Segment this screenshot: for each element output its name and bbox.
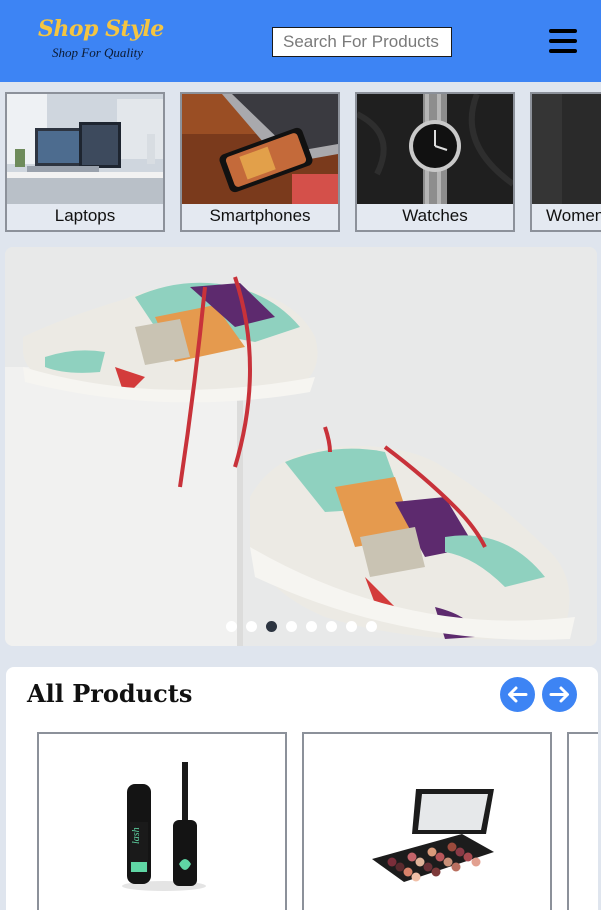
- eyeshadow-pan: [423, 862, 433, 872]
- carousel-dot[interactable]: [325, 621, 337, 632]
- all-products-section: All Products lash: [6, 667, 598, 910]
- eyeshadow-pan: [411, 872, 421, 882]
- arrow-left-icon[interactable]: [500, 677, 535, 712]
- category-label: Smartphones: [209, 206, 311, 225]
- category-card-women[interactable]: Women: [530, 92, 601, 232]
- eyeshadow-pan: [403, 867, 413, 877]
- eyeshadow-pan: [451, 862, 461, 872]
- carousel-dot[interactable]: [305, 621, 317, 632]
- hero-carousel[interactable]: [5, 247, 597, 646]
- product-card-eyeshadow-palette[interactable]: [302, 732, 552, 910]
- brand-title: Shop Style: [38, 16, 164, 42]
- carousel-dot[interactable]: [365, 621, 377, 632]
- carousel-dot[interactable]: [285, 621, 297, 632]
- eyeshadow-pan: [431, 867, 441, 877]
- smartphone-image: [182, 94, 338, 204]
- arrow-right-icon[interactable]: [542, 677, 577, 712]
- eyeshadow-pan: [435, 852, 445, 862]
- category-strip: Laptops Smartphones Watches Women: [0, 92, 601, 234]
- watch-image: [357, 94, 513, 204]
- carousel-dot[interactable]: [245, 621, 257, 632]
- eyeshadow-pan: [455, 847, 465, 857]
- eyeshadow-pan: [427, 847, 437, 857]
- sneakers-hero-image: [5, 247, 597, 646]
- eyeshadow-pan: [447, 842, 457, 852]
- eyeshadow-pan: [463, 852, 473, 862]
- eyeshadow-pan: [387, 857, 397, 867]
- product-card-partial[interactable]: [567, 732, 598, 910]
- carousel-dot[interactable]: [345, 621, 357, 632]
- eyeshadow-pan: [395, 862, 405, 872]
- eyeshadow-pan: [415, 857, 425, 867]
- site-header: Shop Style Shop For Quality: [0, 0, 601, 82]
- eyeshadow-palette-image: [304, 734, 550, 910]
- mascara-product-image: lash: [39, 734, 285, 910]
- category-label: Women: [546, 206, 601, 225]
- category-card-watches[interactable]: Watches: [355, 92, 515, 232]
- svg-text:lash: lash: [131, 827, 142, 844]
- eyeshadow-pan: [443, 857, 453, 867]
- brand-logo[interactable]: Shop Style Shop For Quality: [38, 16, 168, 61]
- brand-tagline: Shop For Quality: [52, 45, 143, 60]
- eyeshadow-pan: [471, 857, 481, 867]
- category-card-smartphones[interactable]: Smartphones: [180, 92, 340, 232]
- hamburger-menu-icon[interactable]: [549, 29, 579, 55]
- eyeshadow-pan: [407, 852, 417, 862]
- carousel-indicators: [5, 621, 597, 632]
- carousel-dot[interactable]: [265, 621, 277, 632]
- category-label: Watches: [402, 206, 468, 225]
- search-input[interactable]: [272, 27, 452, 57]
- category-label: Laptops: [54, 206, 116, 225]
- product-card-mascara[interactable]: lash: [37, 732, 287, 910]
- section-title: All Products: [27, 679, 193, 708]
- category-card-laptops[interactable]: Laptops: [5, 92, 165, 232]
- carousel-dot[interactable]: [225, 621, 237, 632]
- laptop-desk-image: [7, 94, 163, 204]
- women-fashion-image: [532, 94, 601, 204]
